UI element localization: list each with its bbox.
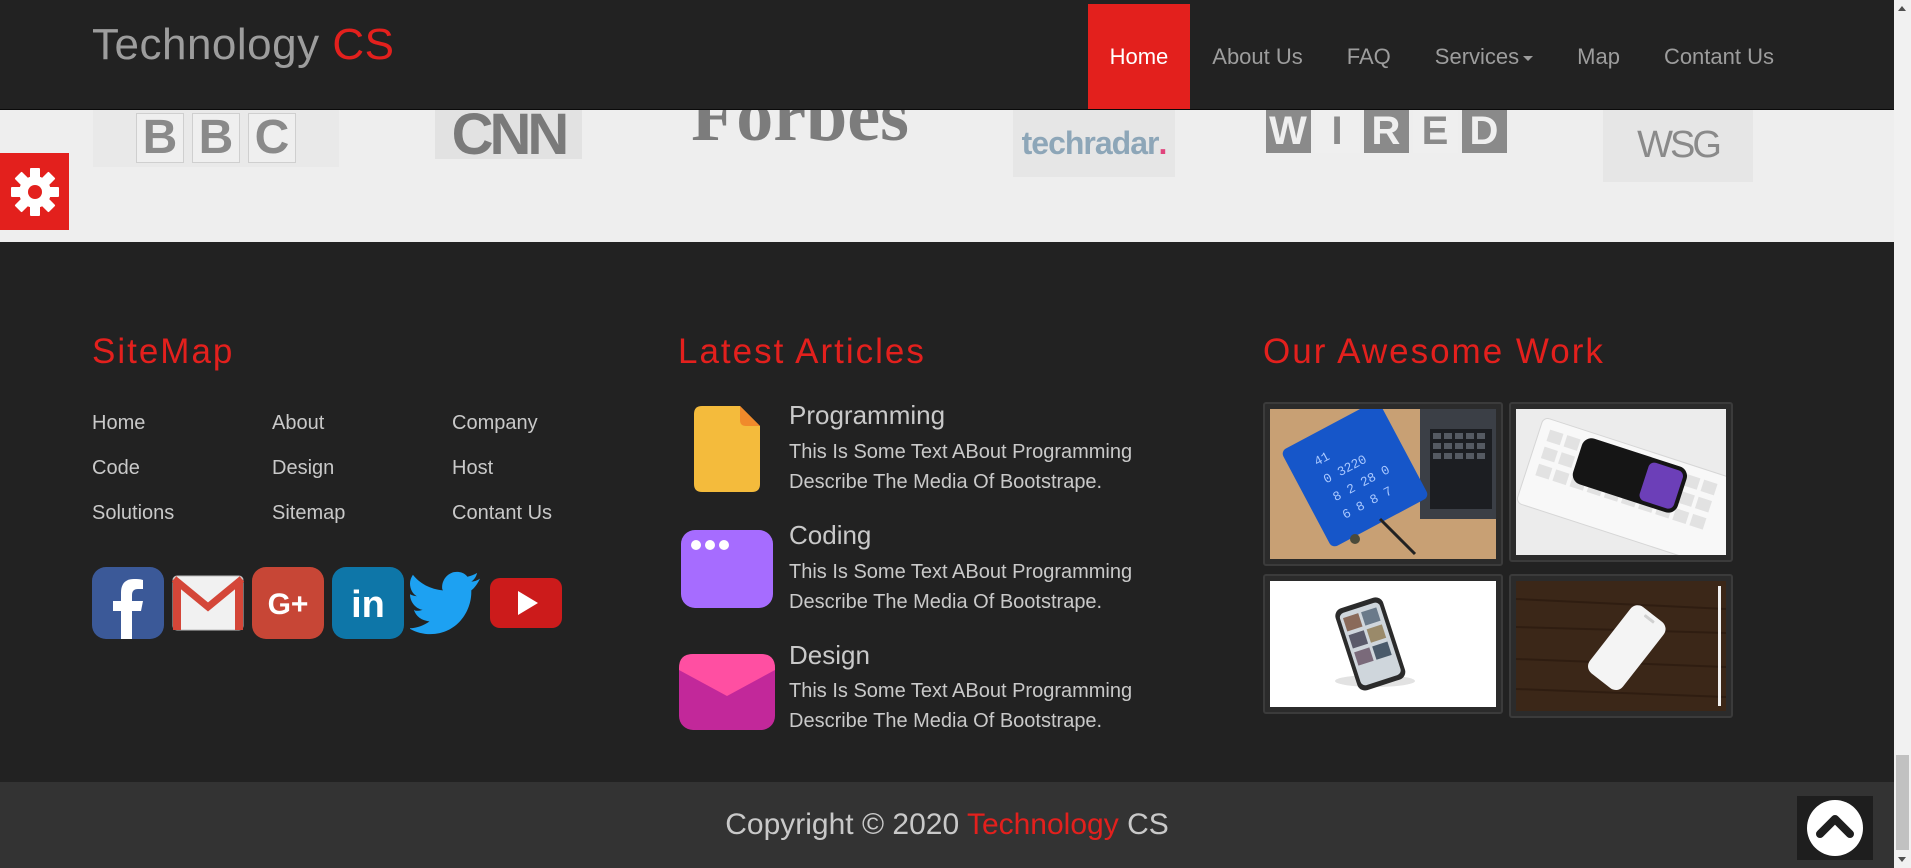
brand-accent-text: CS <box>332 20 395 69</box>
nav-item-label: Map <box>1577 43 1620 69</box>
linkedin-icon[interactable]: in <box>332 567 404 639</box>
nav-item-home[interactable]: Home <box>1087 4 1191 109</box>
article-title[interactable]: Programming <box>789 400 945 431</box>
work-thumbnail[interactable] <box>1263 574 1503 714</box>
footer: SiteMap Home About Company Code Design H… <box>0 242 1894 782</box>
main-nav: Home About Us FAQ Services Map Contant U… <box>1087 4 1796 109</box>
sitemap-link-design[interactable]: Design <box>272 457 334 480</box>
sitemap-link-company[interactable]: Company <box>452 412 538 435</box>
partner-logos-strip: B B C CNN Forbes techradar. W I R E D WS… <box>0 109 1894 242</box>
nav-item-label: FAQ <box>1346 43 1391 69</box>
work-image-phone-white <box>1270 581 1496 707</box>
wired-letter: E <box>1412 109 1458 153</box>
scroll-down-arrow-icon[interactable] <box>1898 857 1906 862</box>
latest-articles-title: Latest Articles <box>678 332 926 371</box>
svg-text:G+: G+ <box>268 588 309 621</box>
google-plus-icon[interactable]: G+ <box>252 567 324 639</box>
forbes-logo: Forbes <box>691 109 909 157</box>
document-icon <box>678 404 775 494</box>
youtube-icon[interactable] <box>490 567 562 639</box>
bbc-logo: B B C <box>93 109 339 167</box>
our-awesome-work-title: Our Awesome Work <box>1263 332 1605 371</box>
scroll-up-arrow-icon[interactable] <box>1898 6 1906 11</box>
nav-item-about-us[interactable]: About Us <box>1190 4 1325 109</box>
settings-button[interactable] <box>0 153 69 230</box>
wsg-logo: WSG <box>1603 109 1753 182</box>
sitemap-title: SiteMap <box>92 332 235 371</box>
nav-item-faq[interactable]: FAQ <box>1325 4 1413 109</box>
article-title[interactable]: Design <box>789 640 870 671</box>
wired-logo: W I R E D <box>1261 109 1511 153</box>
nav-item-contant-us[interactable]: Contant Us <box>1642 4 1796 109</box>
techradar-text: techradar <box>1021 124 1160 161</box>
article-text: This Is Some Text ABout Programming Desc… <box>789 680 1133 732</box>
sitemap-link-home[interactable]: Home <box>92 412 145 435</box>
nav-item-label: About Us <box>1212 43 1303 69</box>
page-scrollbar[interactable] <box>1894 0 1911 868</box>
scrollbar-thumb[interactable] <box>1896 755 1909 850</box>
brand-logo[interactable]: Technology CS <box>92 20 394 70</box>
wired-letter: I <box>1314 109 1360 153</box>
bbc-letter: B <box>192 113 240 163</box>
copyright-brand-accent: Technology <box>966 808 1119 841</box>
nav-item-map[interactable]: Map <box>1555 4 1642 109</box>
envelope-icon <box>678 647 775 737</box>
techradar-logo: techradar. <box>1013 109 1175 177</box>
article-text: This Is Some Text ABout Programming Desc… <box>789 441 1133 493</box>
wired-letter: W <box>1265 109 1311 153</box>
work-image-desk-calculator: 41 0 3220 8 2 28 06 8 8 7 <box>1270 409 1496 559</box>
copyright-bar: Copyright © 2020 Technology CS <box>0 782 1894 868</box>
cnn-logo: CNN <box>435 109 582 159</box>
top-navbar: Technology CS Home About Us FAQ Services… <box>0 4 1894 110</box>
nav-item-label: Contant Us <box>1663 43 1774 69</box>
bbc-letter: B <box>136 113 184 163</box>
work-thumbnail[interactable] <box>1509 402 1733 562</box>
bbc-letter: C <box>248 113 296 163</box>
window-icon <box>678 524 775 614</box>
gear-icon <box>10 167 59 216</box>
sitemap-link-solutions[interactable]: Solutions <box>92 502 174 525</box>
brand-main-text: Technology <box>92 20 320 69</box>
nav-item-label: Home <box>1109 43 1169 69</box>
caret-down-icon <box>1523 56 1534 61</box>
wired-letter: R <box>1363 109 1409 153</box>
article-title[interactable]: Coding <box>789 520 871 551</box>
svg-text:in: in <box>351 584 385 626</box>
gmail-icon[interactable] <box>172 567 244 639</box>
article-text: This Is Some Text ABout Programming Desc… <box>789 561 1133 613</box>
facebook-icon[interactable] <box>92 567 164 639</box>
scroll-to-top-button[interactable] <box>1797 796 1873 860</box>
work-thumbnail[interactable]: 41 0 3220 8 2 28 06 8 8 7 <box>1263 402 1503 566</box>
sitemap-link-about[interactable]: About <box>272 412 324 435</box>
copyright-text: Copyright © 2020 Technology CS <box>0 808 1894 842</box>
sitemap-link-host[interactable]: Host <box>452 457 493 480</box>
nav-item-label: Services <box>1434 43 1520 69</box>
sitemap-link-sitemap[interactable]: Sitemap <box>272 502 345 525</box>
twitter-icon[interactable] <box>410 567 482 639</box>
nav-item-services[interactable]: Services <box>1413 4 1555 109</box>
chevron-up-circle-icon <box>1807 800 1863 856</box>
sitemap-link-code[interactable]: Code <box>92 457 140 480</box>
copyright-prefix: Copyright © 2020 <box>725 808 960 841</box>
sitemap-link-contant-us[interactable]: Contant Us <box>452 502 552 525</box>
wired-letter: D <box>1461 109 1507 153</box>
copyright-brand-suffix: CS <box>1127 808 1169 841</box>
work-image-phone-wood <box>1516 581 1726 711</box>
work-image-phone-keyboard <box>1516 409 1726 555</box>
work-thumbnail[interactable] <box>1509 574 1733 718</box>
techradar-dot: . <box>1158 124 1167 161</box>
